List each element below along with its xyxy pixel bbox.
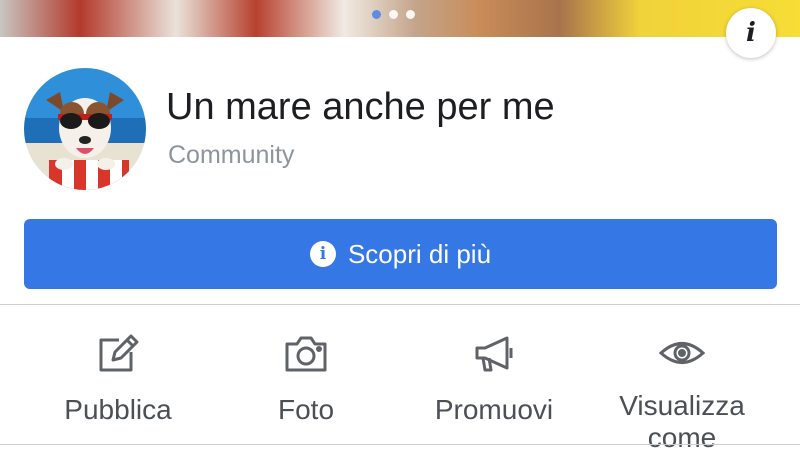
info-circle-icon: i (309, 241, 336, 267)
camera-icon (285, 336, 327, 372)
learn-more-button[interactable]: i Scopri di più (24, 219, 777, 289)
dog-sunglasses-avatar-icon (24, 68, 146, 190)
page-title: Un mare anche per me (166, 86, 555, 128)
view-as-button[interactable]: Visualizza come (582, 330, 782, 454)
megaphone-icon (475, 336, 513, 372)
carousel-dots (372, 10, 415, 19)
divider (0, 444, 800, 445)
carousel-dot-active (372, 10, 381, 19)
cover-photo[interactable] (0, 0, 800, 37)
carousel-dot (406, 10, 415, 19)
page-category: Community (168, 141, 295, 169)
avatar[interactable] (24, 68, 146, 190)
publish-button[interactable]: Pubblica (18, 330, 218, 426)
info-icon: i (746, 18, 756, 48)
info-button[interactable]: i (726, 8, 776, 58)
promote-button[interactable]: Promuovi (394, 330, 594, 426)
learn-more-label: Scopri di più (347, 238, 492, 269)
promote-label: Promuovi (434, 394, 554, 425)
photo-button[interactable]: Foto (206, 330, 406, 426)
eye-icon (659, 342, 705, 364)
divider (0, 304, 800, 305)
edit-icon (99, 334, 139, 372)
photo-label: Foto (277, 394, 335, 425)
publish-label: Pubblica (64, 394, 172, 425)
page-actions-bar: Pubblica Foto Promuovi Visualizza come (0, 330, 800, 453)
carousel-dot (389, 10, 398, 19)
